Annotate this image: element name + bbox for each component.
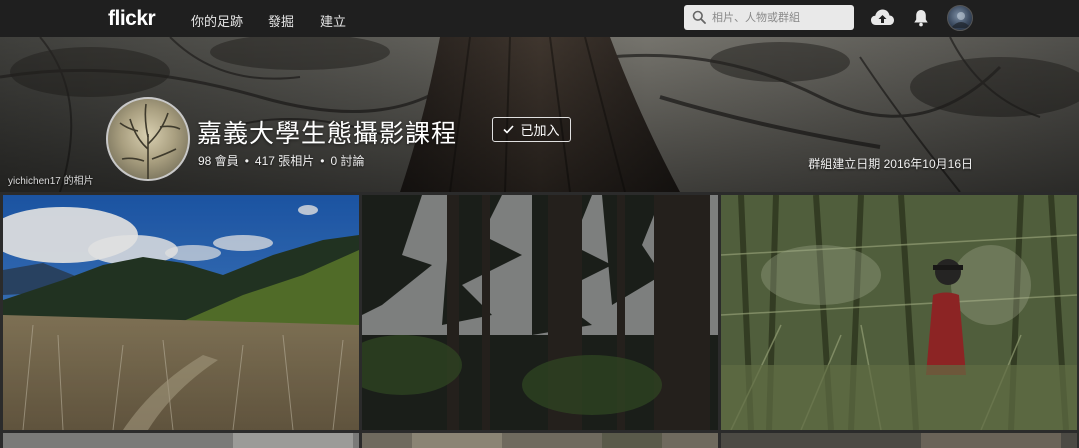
member-count[interactable]: 98 會員 <box>198 154 239 168</box>
separator-dot: • <box>244 154 249 168</box>
photo-tile-hiker-bamboo[interactable] <box>721 195 1077 430</box>
photo-tile-row2-3[interactable] <box>721 433 1077 448</box>
flickr-logo[interactable]: flickr <box>108 7 156 31</box>
discussion-count[interactable]: 0 討論 <box>330 154 364 168</box>
photo-tile-row2-1[interactable] <box>3 433 359 448</box>
group-title: 嘉義大學生態攝影課程 <box>197 120 458 148</box>
group-stats: 98 會員 • 417 張相片 • 0 討論 <box>198 152 364 169</box>
search-icon <box>692 10 706 24</box>
search-box[interactable] <box>684 5 854 30</box>
photo-count[interactable]: 417 張相片 <box>255 154 314 168</box>
user-avatar[interactable] <box>947 5 973 31</box>
joined-button[interactable]: 已加入 <box>492 117 571 142</box>
cloud-upload-icon[interactable] <box>870 8 895 27</box>
photo-tile-mountain[interactable] <box>3 195 359 430</box>
nav-create[interactable]: 建立 <box>320 11 346 30</box>
check-icon <box>503 125 515 134</box>
top-navigation-bar: flickr 你的足跡 發掘 建立 <box>0 0 1079 37</box>
nav-explore[interactable]: 發掘 <box>268 11 294 30</box>
group-banner: 嘉義大學生態攝影課程 已加入 98 會員 • 417 張相片 • 0 討論 yichic… <box>0 37 1079 192</box>
photo-tile-row2-2[interactable] <box>362 433 718 448</box>
group-created-date: 群組建立日期 2016年10月16日 <box>808 157 973 171</box>
banner-photo-credit[interactable]: yichichen17 的相片 <box>8 172 94 187</box>
nav-you[interactable]: 你的足跡 <box>191 11 243 30</box>
joined-label: 已加入 <box>520 123 560 138</box>
group-avatar[interactable] <box>106 97 190 181</box>
search-input[interactable] <box>712 5 850 30</box>
separator-dot: • <box>320 154 325 168</box>
photo-tile-forest[interactable] <box>362 195 718 430</box>
bell-icon[interactable] <box>913 9 929 27</box>
